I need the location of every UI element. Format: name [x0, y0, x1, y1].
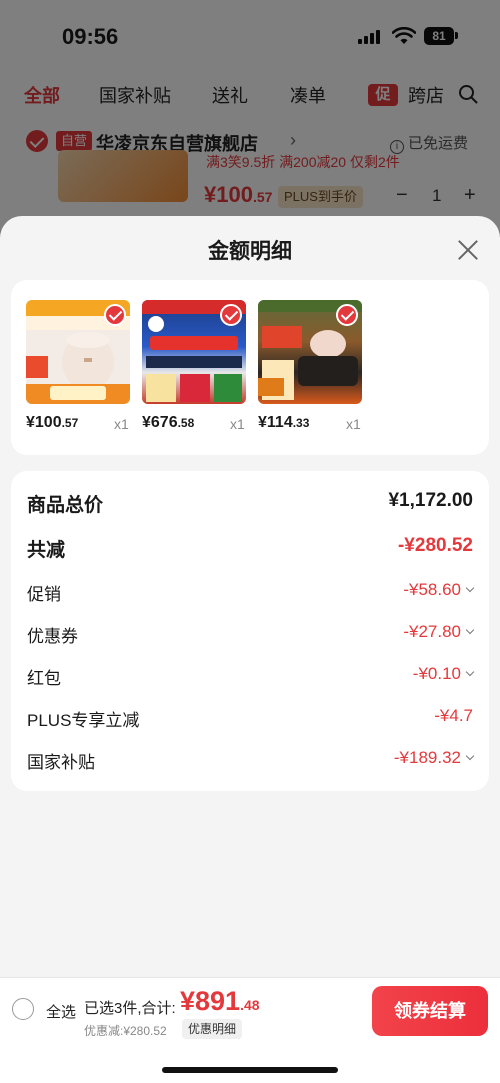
- chevron-down-icon[interactable]: [465, 583, 475, 593]
- product-image-water-heater[interactable]: [142, 300, 246, 404]
- select-all-checkbox[interactable]: [12, 998, 34, 1020]
- discount-label: 红包: [27, 669, 61, 688]
- discount-value: -¥4.7: [434, 706, 473, 725]
- sheet-title: 金额明细: [208, 240, 292, 263]
- product-image-stew-pot[interactable]: [258, 300, 362, 404]
- goods-total-value: ¥1,172.00: [388, 490, 473, 511]
- product-item[interactable]: ¥100.57 x1: [26, 300, 136, 432]
- discount-row-national-subsidy[interactable]: 国家补贴 -¥189.32: [27, 746, 475, 776]
- discount-summary: 优惠减:¥280.52: [84, 1024, 167, 1038]
- amount-detail-sheet: 金额明细 ¥100.57 x1 ¥676.58 x1 ¥114.33 x1 商品…: [0, 216, 500, 1083]
- chevron-down-icon[interactable]: [465, 751, 475, 761]
- total-reduced-row: 共减 -¥280.52: [27, 533, 473, 563]
- product-selected-check-icon[interactable]: [220, 304, 242, 326]
- discount-row-promotion[interactable]: 促销 -¥58.60: [27, 578, 475, 608]
- product-qty: x1: [230, 416, 245, 432]
- goods-total-row: 商品总价 ¥1,172.00: [27, 488, 473, 518]
- discount-value[interactable]: -¥27.80: [403, 622, 475, 642]
- home-indicator[interactable]: [162, 1067, 338, 1073]
- discount-row-plus: PLUS专享立减 -¥4.7: [27, 704, 473, 734]
- product-item[interactable]: ¥676.58 x1: [142, 300, 252, 432]
- discount-row-red-packet[interactable]: 红包 -¥0.10: [27, 662, 475, 692]
- product-price: ¥100.57: [26, 414, 79, 431]
- product-selected-check-icon[interactable]: [336, 304, 358, 326]
- discount-detail-button[interactable]: 优惠明细: [182, 1019, 243, 1039]
- discount-value[interactable]: -¥58.60: [403, 580, 475, 600]
- close-icon[interactable]: [454, 236, 482, 264]
- discount-label: 国家补贴: [27, 753, 95, 772]
- product-price: ¥114.33: [258, 414, 310, 431]
- select-all-label[interactable]: 全选: [46, 1001, 76, 1022]
- discount-label: PLUS专享立减: [27, 711, 140, 730]
- selected-products-card: ¥100.57 x1 ¥676.58 x1 ¥114.33 x1: [11, 280, 489, 455]
- product-price: ¥676.58: [142, 414, 195, 431]
- total-reduced-label: 共减: [27, 540, 66, 561]
- checkout-button[interactable]: 领券结算: [372, 986, 488, 1036]
- discount-label: 优惠券: [27, 627, 78, 646]
- discount-row-coupon[interactable]: 优惠券 -¥27.80: [27, 620, 475, 650]
- total-price: ¥891.48: [180, 986, 260, 1016]
- discount-value[interactable]: -¥0.10: [413, 664, 475, 684]
- discount-label: 促销: [27, 585, 61, 604]
- chevron-down-icon[interactable]: [465, 625, 475, 635]
- total-reduced-value: -¥280.52: [397, 535, 473, 556]
- discount-value[interactable]: -¥189.32: [394, 748, 475, 768]
- goods-total-label: 商品总价: [27, 495, 104, 516]
- product-qty: x1: [114, 416, 129, 432]
- selected-count-text: 已选3件,合计:: [84, 1000, 176, 1017]
- product-item[interactable]: ¥114.33 x1: [258, 300, 368, 432]
- product-image-rice-cooker[interactable]: [26, 300, 130, 404]
- price-summary-card: 商品总价 ¥1,172.00 共减 -¥280.52 促销 -¥58.60 优惠…: [11, 471, 489, 791]
- chevron-down-icon[interactable]: [465, 667, 475, 677]
- product-qty: x1: [346, 416, 361, 432]
- product-selected-check-icon[interactable]: [104, 304, 126, 326]
- checkout-bar: 全选 已选3件,合计: ¥891.48 优惠减:¥280.52 优惠明细 领券结…: [0, 977, 500, 1083]
